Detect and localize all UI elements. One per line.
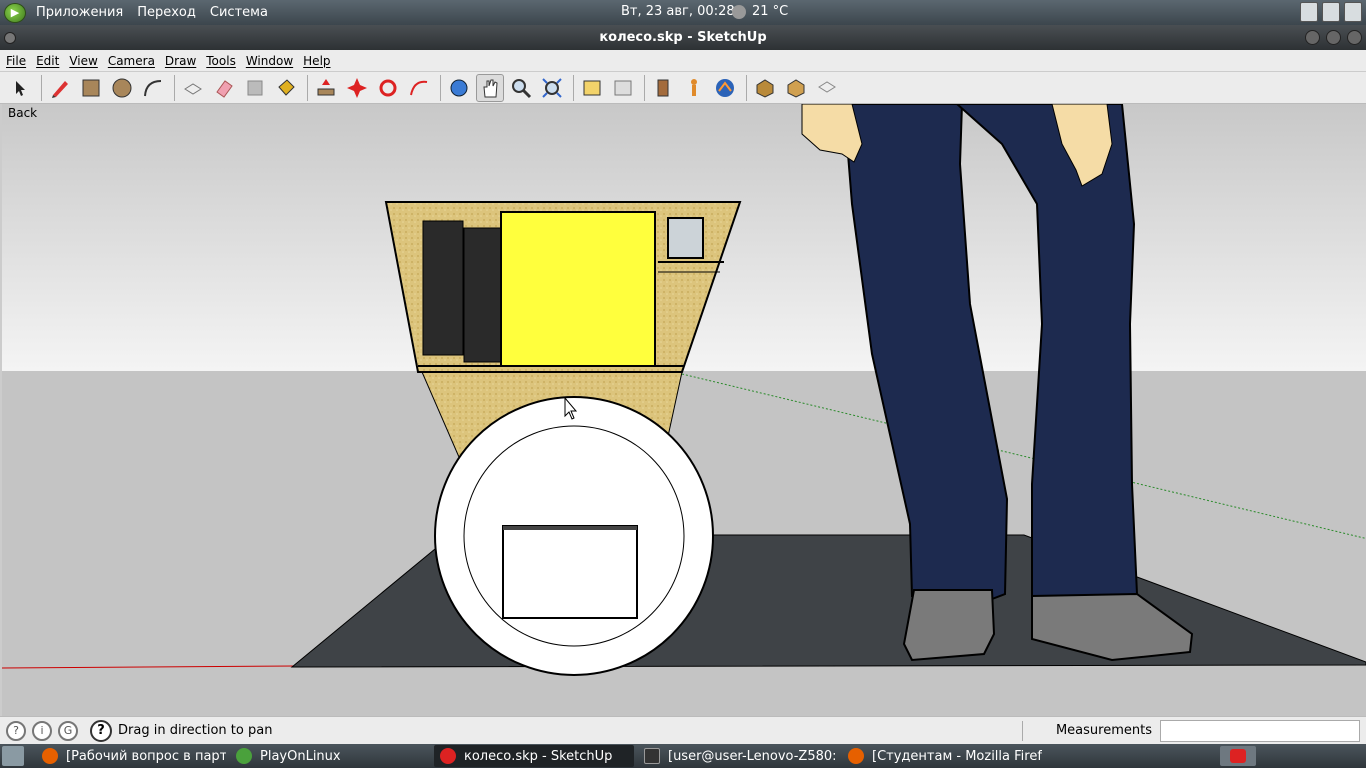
- taskbar-item-label: [Студентам - Mozilla Firef…: [872, 748, 1042, 764]
- circle-icon[interactable]: [108, 74, 136, 102]
- maximize-icon[interactable]: [1326, 30, 1341, 45]
- instructor-help-icon[interactable]: ?: [90, 719, 112, 742]
- bottom-taskbar: [Рабочий вопрос в парт… PlayOnLinux коле…: [0, 744, 1366, 768]
- minimize-icon[interactable]: [1305, 30, 1320, 45]
- model-viewport[interactable]: Back: [0, 104, 1366, 716]
- menu-draw[interactable]: Draw: [165, 54, 196, 68]
- toolbar: [0, 72, 1366, 104]
- sketchup-icon: [440, 748, 456, 764]
- taskbar-item-label: PlayOnLinux: [260, 748, 341, 764]
- geolocation-icon[interactable]: ?: [6, 720, 26, 741]
- battery-left: [422, 220, 464, 356]
- follow-me-icon[interactable]: [405, 74, 433, 102]
- zoom-icon[interactable]: [507, 74, 535, 102]
- signin-icon[interactable]: G: [58, 720, 78, 741]
- small-module: [667, 217, 704, 259]
- eraser-icon[interactable]: [210, 74, 238, 102]
- taskbar-item-terminal[interactable]: [user@user-Lenovo-Z580:…: [638, 745, 838, 767]
- wheel-hub: [502, 525, 638, 619]
- panel-menu: ▶ Приложения Переход Система: [0, 2, 282, 23]
- taskbar-item-firefox-2[interactable]: [Студентам - Mozilla Firef…: [842, 745, 1042, 767]
- select-icon[interactable]: [6, 74, 34, 102]
- next-view-icon[interactable]: [609, 74, 637, 102]
- moon-icon: [732, 4, 746, 19]
- distro-logo-icon[interactable]: ▶: [4, 2, 26, 23]
- move-icon[interactable]: [343, 74, 371, 102]
- orbit-icon[interactable]: [445, 74, 473, 102]
- battery-middle: [463, 227, 502, 363]
- measurements-label: Measurements: [1022, 721, 1158, 741]
- menu-camera[interactable]: Camera: [108, 54, 155, 68]
- toolbar-separator: [440, 74, 441, 101]
- menu-file[interactable]: File: [6, 54, 26, 68]
- scene-label: Back: [8, 106, 38, 120]
- toolbar-separator: [573, 74, 574, 101]
- firefox-icon: [848, 748, 864, 764]
- shoe-left: [902, 589, 996, 662]
- playonlinux-icon: [236, 748, 252, 764]
- toolbar-separator: [307, 74, 308, 101]
- window-menu-icon[interactable]: [4, 32, 16, 44]
- window-title: колесо.skp - SketchUp: [599, 30, 767, 45]
- menu-help[interactable]: Help: [303, 54, 330, 68]
- taskbar-item-label: [user@user-Lenovo-Z580:…: [668, 748, 838, 764]
- menu-tools[interactable]: Tools: [206, 54, 236, 68]
- tape-measure-icon[interactable]: [241, 74, 269, 102]
- measurements-input[interactable]: [1160, 720, 1360, 742]
- taskbar-item-sketchup[interactable]: колесо.skp - SketchUp: [434, 745, 634, 767]
- get-models-icon[interactable]: [751, 74, 779, 102]
- close-icon[interactable]: [1347, 30, 1362, 45]
- panel-menu-applications[interactable]: Приложения: [36, 5, 123, 20]
- zoom-extents-icon[interactable]: [538, 74, 566, 102]
- look-around-icon[interactable]: [711, 74, 739, 102]
- status-message: Drag in direction to pan: [118, 723, 273, 738]
- pan-icon[interactable]: [476, 73, 504, 102]
- share-model-icon[interactable]: [782, 74, 810, 102]
- previous-view-icon[interactable]: [578, 74, 606, 102]
- battery-icon[interactable]: [1344, 2, 1362, 22]
- toolbar-separator: [174, 74, 175, 101]
- terminal-icon: [644, 748, 660, 764]
- panel-clock[interactable]: Вт, 23 авг, 00:28: [621, 4, 735, 19]
- position-camera-icon[interactable]: [649, 74, 677, 102]
- statusbar: ? i G ? Drag in direction to pan Measure…: [0, 716, 1366, 744]
- window-controls: [1305, 30, 1362, 45]
- panel-weather[interactable]: 21 °C: [732, 4, 788, 19]
- push-pull-icon[interactable]: [312, 74, 340, 102]
- get-components-icon[interactable]: [813, 74, 841, 102]
- keyboard-indicator-icon[interactable]: [1300, 2, 1318, 22]
- menu-edit[interactable]: Edit: [36, 54, 59, 68]
- firefox-icon: [42, 748, 58, 764]
- taskbar-item-label: колесо.skp - SketchUp: [464, 748, 613, 764]
- toolbar-separator: [41, 74, 42, 101]
- show-desktop-icon[interactable]: [2, 746, 24, 766]
- top-panel: ▶ Приложения Переход Система Вт, 23 авг,…: [0, 0, 1366, 25]
- network-icon[interactable]: [1322, 2, 1340, 22]
- panel-menu-system[interactable]: Система: [210, 5, 268, 20]
- yellow-panel: [500, 211, 656, 367]
- toolbar-separator: [644, 74, 645, 101]
- rectangle-icon[interactable]: [77, 74, 105, 102]
- walk-icon[interactable]: [680, 74, 708, 102]
- scene-canvas: [2, 104, 1366, 716]
- tray-sketchup-icon[interactable]: [1220, 746, 1256, 766]
- credits-icon[interactable]: i: [32, 720, 52, 741]
- panel-temperature: 21 °C: [752, 4, 789, 19]
- make-component-icon[interactable]: [179, 74, 207, 102]
- taskbar-item-firefox-1[interactable]: [Рабочий вопрос в парт…: [36, 745, 226, 767]
- taskbar-item-label: [Рабочий вопрос в парт…: [66, 748, 226, 764]
- menu-view[interactable]: View: [69, 54, 97, 68]
- rotate-icon[interactable]: [374, 74, 402, 102]
- pencil-icon[interactable]: [46, 74, 74, 102]
- menubar: File Edit View Camera Draw Tools Window …: [0, 50, 1366, 72]
- paint-bucket-icon[interactable]: [272, 74, 300, 102]
- panel-menu-places[interactable]: Переход: [137, 5, 196, 20]
- arc-icon[interactable]: [139, 74, 167, 102]
- toolbar-separator: [746, 74, 747, 101]
- system-tray: [1300, 2, 1362, 22]
- window-titlebar[interactable]: колесо.skp - SketchUp: [0, 25, 1366, 50]
- taskbar-item-playonlinux[interactable]: PlayOnLinux: [230, 745, 430, 767]
- menu-window[interactable]: Window: [246, 54, 293, 68]
